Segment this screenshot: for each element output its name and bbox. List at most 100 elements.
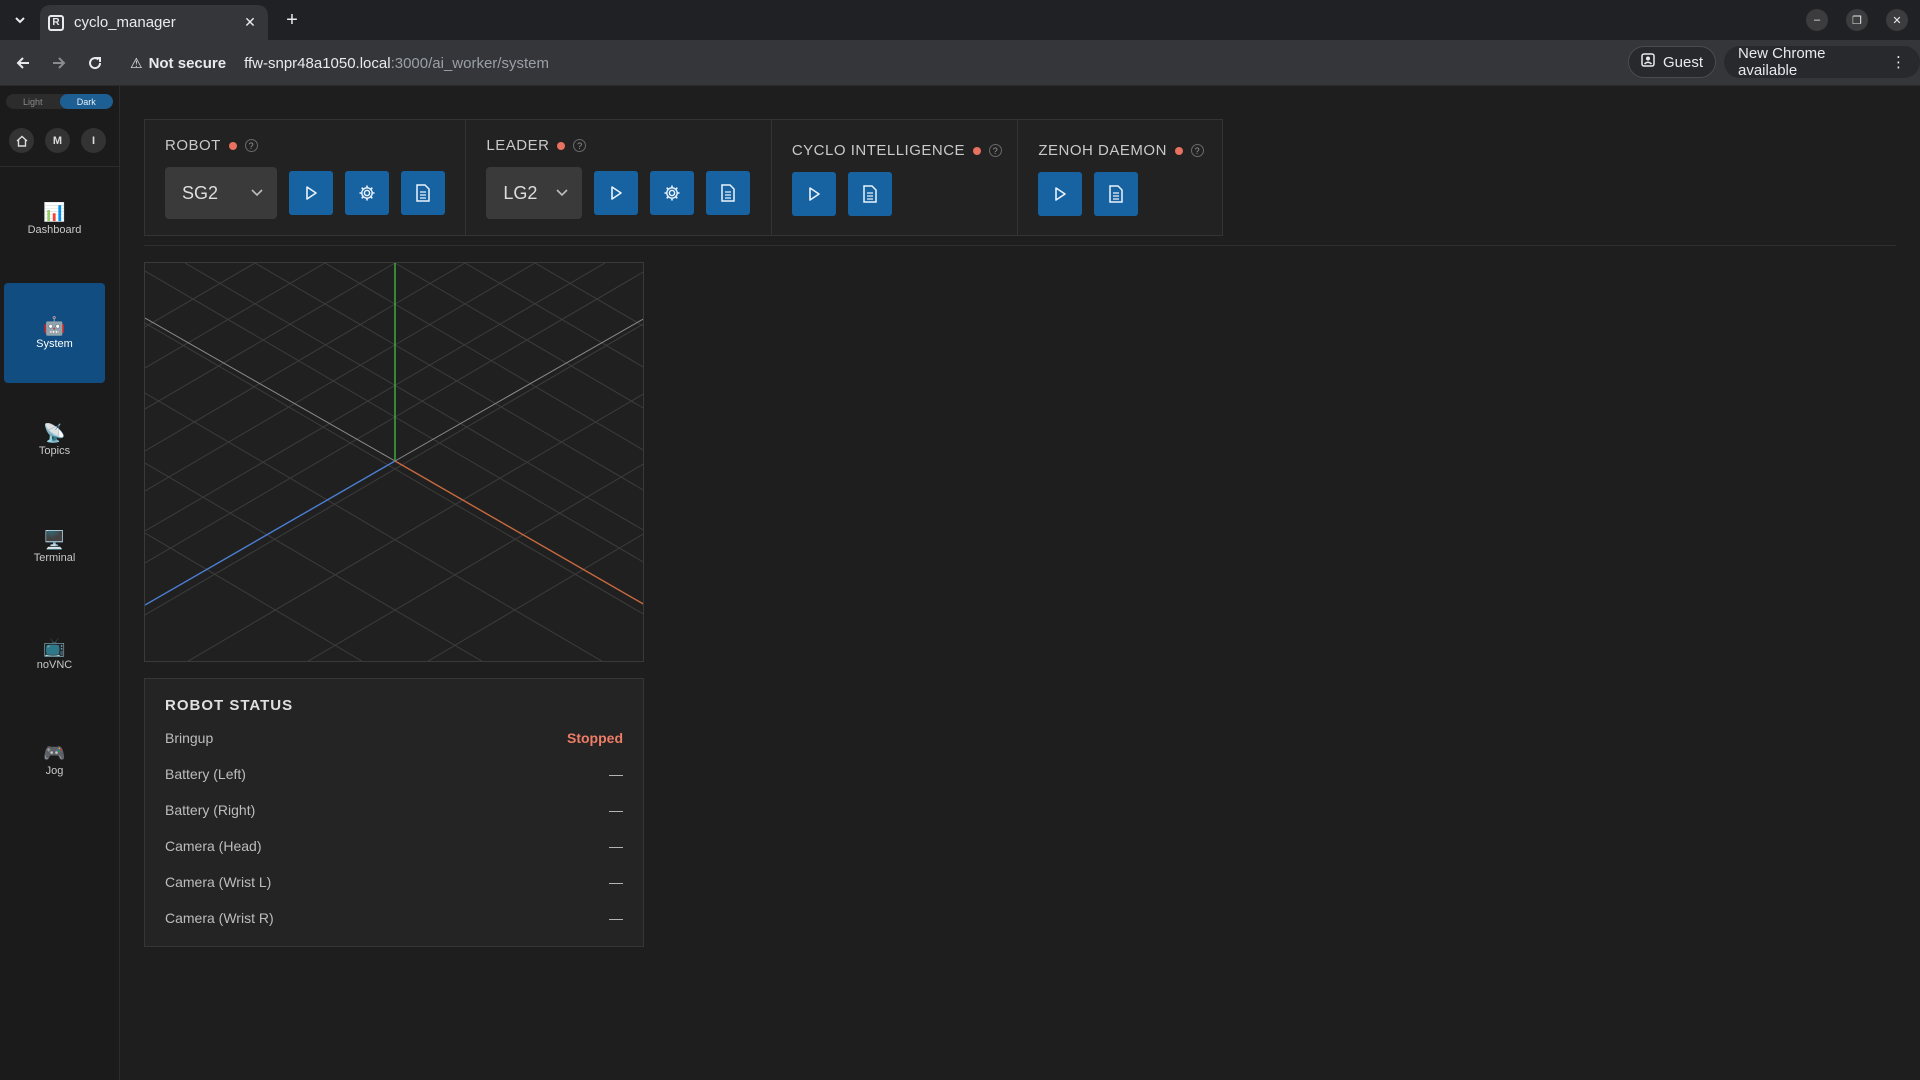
sidebar-item-topics[interactable]: 📡 Topics xyxy=(4,390,105,490)
robot-3d-viewport[interactable] xyxy=(144,262,644,662)
theme-light-option[interactable]: Light xyxy=(6,94,60,109)
document-icon xyxy=(1109,185,1124,203)
zenoh-start-button[interactable] xyxy=(1038,172,1083,216)
status-row-camera-wrist-r: Camera (Wrist R) — xyxy=(165,907,623,929)
chrome-update-button[interactable]: New Chrome available ⋮ xyxy=(1724,45,1920,79)
sidebar-item-dashboard[interactable]: 📊 Dashboard xyxy=(4,169,105,269)
sidebar-item-label: Terminal xyxy=(33,552,76,564)
play-icon xyxy=(1055,187,1067,201)
home-button[interactable] xyxy=(9,128,34,153)
theme-toggle[interactable]: Light Dark xyxy=(6,94,113,109)
leader-start-button[interactable] xyxy=(594,171,639,215)
window-restore-icon[interactable]: ❐ xyxy=(1846,9,1868,31)
app-sidebar: Light Dark M I 📊 Dashboard 🤖 System 📡 To… xyxy=(0,86,120,1080)
document-icon xyxy=(863,185,877,203)
status-label: Battery (Right) xyxy=(165,802,256,818)
url-host: ffw-snpr48a1050.local xyxy=(244,54,391,72)
zenoh-daemon-control-group: ZENOH DAEMON ? xyxy=(1018,120,1222,235)
home-icon xyxy=(16,135,27,147)
status-row-camera-wrist-l: Camera (Wrist L) — xyxy=(165,871,623,893)
profile-icon xyxy=(1641,53,1655,71)
tab-title: cyclo_manager xyxy=(74,14,176,31)
zenoh-title: ZENOH DAEMON xyxy=(1038,142,1167,159)
cyclo-status-dot xyxy=(973,146,982,155)
status-row-battery-right: Battery (Right) — xyxy=(165,799,623,821)
leader-actions: LG2 xyxy=(486,167,751,219)
window-close-icon[interactable]: ✕ xyxy=(1886,9,1908,31)
security-status-label[interactable]: Not secure xyxy=(149,55,227,72)
status-label: Battery (Left) xyxy=(165,766,246,782)
zenoh-help-icon[interactable]: ? xyxy=(1190,144,1204,157)
sidebar-item-system[interactable]: 🤖 System xyxy=(4,283,105,383)
leader-logs-button[interactable] xyxy=(706,171,751,215)
document-icon xyxy=(721,184,736,202)
sidebar-item-jog[interactable]: 🎮 Jog xyxy=(4,710,105,810)
gamepad-icon: 🎮 xyxy=(43,743,66,763)
gear-icon xyxy=(664,185,680,201)
cyclo-header: CYCLO INTELLIGENCE ? xyxy=(791,142,1003,159)
robot-status-dot xyxy=(228,141,237,150)
kebab-menu-icon[interactable]: ⋮ xyxy=(1891,53,1906,71)
profile-guest-button[interactable]: Guest xyxy=(1628,46,1717,78)
cyclo-help-icon[interactable]: ? xyxy=(989,144,1003,157)
sidebar-item-label: Jog xyxy=(45,765,64,777)
sidebar-item-label: Topics xyxy=(38,445,71,457)
play-icon xyxy=(611,186,623,200)
quick-buttons: M I xyxy=(9,128,106,153)
dashboard-icon: 📊 xyxy=(43,202,66,222)
browser-toolbar: ⚠ Not secure ffw-snpr48a1050.local:3000/… xyxy=(0,40,1920,86)
robot-start-button[interactable] xyxy=(289,171,333,215)
robot-model-select[interactable]: SG2 xyxy=(165,167,277,219)
3d-grid-scene xyxy=(145,263,643,661)
status-value: — xyxy=(609,766,623,782)
address-bar[interactable]: ⚠ Not secure ffw-snpr48a1050.local:3000/… xyxy=(118,45,1618,81)
leader-settings-button[interactable] xyxy=(650,171,695,215)
sidebar-item-label: noVNC xyxy=(36,659,73,671)
quick-button-m[interactable]: M xyxy=(45,128,70,153)
zenoh-status-dot xyxy=(1174,146,1183,155)
tab-close-icon[interactable]: ✕ xyxy=(240,13,260,33)
x-axis-line xyxy=(394,460,643,605)
sidebar-divider xyxy=(0,166,119,167)
reload-icon[interactable] xyxy=(82,50,108,76)
robot-status-panel: ROBOT STATUS Bringup Stopped Battery (Le… xyxy=(144,678,644,947)
zenoh-header: ZENOH DAEMON ? xyxy=(1038,142,1204,159)
robot-control-group: ROBOT ? SG2 xyxy=(145,120,467,235)
leader-help-icon[interactable]: ? xyxy=(573,139,587,152)
status-value: — xyxy=(609,838,623,854)
status-value: — xyxy=(609,874,623,890)
cyclo-title: CYCLO INTELLIGENCE xyxy=(791,142,966,159)
cyclo-intelligence-control-group: CYCLO INTELLIGENCE ? xyxy=(772,120,1019,235)
sidebar-item-terminal[interactable]: 🖥️ Terminal xyxy=(4,497,105,597)
back-arrow-icon[interactable] xyxy=(10,50,36,76)
sidebar-item-label: Dashboard xyxy=(27,224,82,236)
theme-dark-option[interactable]: Dark xyxy=(59,94,113,109)
leader-model-select[interactable]: LG2 xyxy=(486,167,583,219)
cyclo-logs-button[interactable] xyxy=(847,172,892,216)
robot-settings-button[interactable] xyxy=(345,171,389,215)
forward-arrow-icon[interactable] xyxy=(46,50,72,76)
status-row-bringup: Bringup Stopped xyxy=(165,727,623,749)
tab-search-chevron-down-icon[interactable] xyxy=(8,8,32,32)
status-label: Camera (Wrist L) xyxy=(165,874,272,890)
leader-title: LEADER xyxy=(486,137,550,154)
z-axis-line xyxy=(145,460,396,606)
robot-help-icon[interactable]: ? xyxy=(244,139,258,152)
document-icon xyxy=(416,184,430,202)
quick-button-i[interactable]: I xyxy=(81,128,106,153)
leader-status-dot xyxy=(557,141,566,150)
new-tab-plus-icon[interactable]: + xyxy=(280,8,304,32)
cyclo-start-button[interactable] xyxy=(791,172,836,216)
play-icon xyxy=(306,186,317,200)
browser-tab[interactable]: R cyclo_manager ✕ xyxy=(40,5,268,40)
satellite-dish-icon: 📡 xyxy=(43,423,66,443)
profile-label: Guest xyxy=(1663,53,1704,71)
zenoh-logs-button[interactable] xyxy=(1094,172,1139,216)
sidebar-item-novnc[interactable]: 📺 noVNC xyxy=(4,604,105,704)
leader-model-value: LG2 xyxy=(503,182,538,203)
robot-logs-button[interactable] xyxy=(401,171,445,215)
leader-header: LEADER ? xyxy=(486,137,587,154)
tv-icon: 📺 xyxy=(43,637,66,657)
robot-header: ROBOT ? xyxy=(165,137,258,154)
window-minimize-icon[interactable]: – xyxy=(1806,9,1828,31)
